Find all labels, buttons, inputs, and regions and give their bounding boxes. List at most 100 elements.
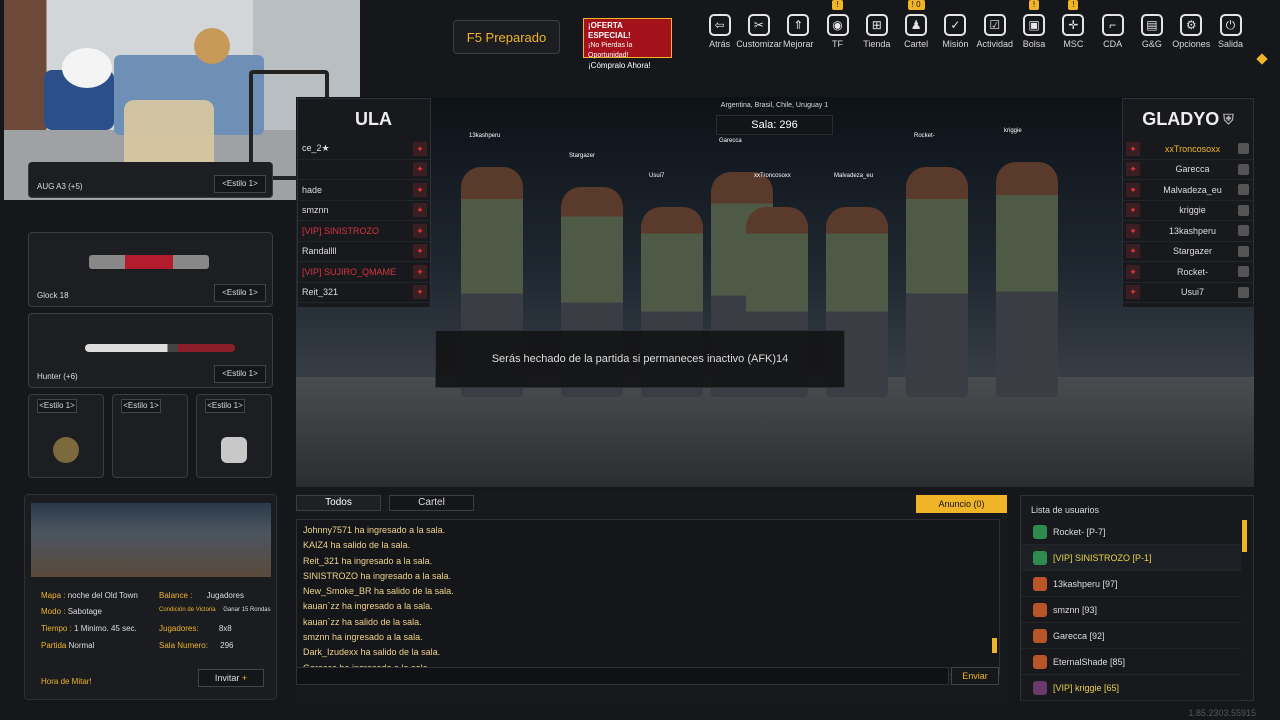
style-button[interactable]: <Estilo 1> bbox=[214, 284, 266, 302]
version-label: 1.85.2303.55915 bbox=[1188, 708, 1256, 718]
user-list-panel: Lista de usuarios Rocket- [P-7] [VIP] SIN… bbox=[1020, 495, 1254, 701]
player-nameplate: Stargazer bbox=[569, 153, 596, 159]
user-list-item[interactable]: Rocket- [P-7] bbox=[1021, 519, 1241, 545]
grenade-icon bbox=[53, 437, 79, 463]
player-nameplate: Usui7 bbox=[649, 173, 665, 179]
room-info-panel: Mapa : noche del Old Town Modo : Sabotag… bbox=[24, 494, 277, 700]
user-list-item[interactable]: Garecca [92] bbox=[1021, 623, 1241, 649]
rank-icon: ✦ bbox=[413, 223, 427, 238]
team-left-panel: ULA ce_2★ ✦ ✦ hade ✦ smznn ✦ [VIP] SINISTROZO ✦ R… bbox=[297, 98, 431, 308]
user-list-item[interactable]: 13kashperu [97] bbox=[1021, 571, 1241, 597]
nav-bolsa[interactable]: ! ▣ Bolsa bbox=[1014, 0, 1053, 49]
invite-button[interactable]: Invitar + bbox=[198, 669, 264, 687]
nav-tf[interactable]: ! ◉ TF bbox=[818, 0, 857, 49]
ready-status[interactable]: F5 Preparado bbox=[453, 20, 560, 54]
nav-customizar[interactable]: ✂ Customizar bbox=[736, 14, 782, 49]
player-nameplate: xxTroncosoxx bbox=[754, 173, 791, 179]
tab-cartel[interactable]: Cartel bbox=[389, 495, 474, 511]
chat-message: KAIZ4 ha salido de la sala. bbox=[303, 540, 411, 551]
throwable-slot-1[interactable]: <Estilo 1> bbox=[28, 394, 104, 478]
nav-actividad[interactable]: ☑ Actividad bbox=[975, 14, 1014, 49]
rank-icon: ✦ bbox=[413, 162, 427, 177]
style-button[interactable]: <Estilo 1> bbox=[214, 175, 266, 193]
nav-label: Mejorar bbox=[782, 39, 814, 49]
nav-label: Bolsa bbox=[1022, 39, 1046, 49]
nav-label: Opciones bbox=[1172, 39, 1211, 49]
user-list-item[interactable]: [VIP] SINISTROZO [P-1] bbox=[1021, 545, 1241, 571]
rank-icon: ✦ bbox=[413, 182, 427, 197]
team-player-row[interactable]: Randallll ✦ bbox=[298, 242, 430, 262]
special-offer-banner[interactable]: ¡OFERTA ESPECIAL! ¡No Pierdas la Oportun… bbox=[583, 18, 672, 70]
team-player-row[interactable]: ✦ Usui7 bbox=[1123, 283, 1253, 303]
chat-input[interactable] bbox=[296, 667, 949, 685]
lobby-scene: 13kashperu Stargazer Usui7 Garecca xxTroncos… bbox=[296, 97, 1254, 487]
team-player-row[interactable]: ✦ kriggie bbox=[1123, 201, 1253, 221]
team-player-row[interactable]: ce_2★ ✦ bbox=[298, 139, 430, 160]
nav-g&g[interactable]: ▤ G&G bbox=[1132, 14, 1171, 49]
nav-misión[interactable]: ✓ Misión bbox=[936, 14, 975, 49]
style-button[interactable]: <Estilo 1> bbox=[37, 399, 77, 413]
calendar-icon: ☑ bbox=[983, 14, 1006, 36]
back-icon: ⇦ bbox=[708, 14, 731, 36]
clan-emblem-icon bbox=[1238, 245, 1249, 257]
weapon-slot-secondary[interactable]: Glock 18 <Estilo 1> bbox=[28, 232, 273, 307]
rank-icon bbox=[1033, 524, 1047, 539]
nav-label: Misión bbox=[942, 39, 969, 49]
team-player-row[interactable]: [VIP] SINISTROZO ✦ bbox=[298, 221, 430, 242]
team-player-row[interactable]: ✦ Garecca bbox=[1123, 160, 1253, 180]
team-player-row[interactable]: smznn ✦ bbox=[298, 201, 430, 221]
team-player-row[interactable]: Reit_321 ✦ bbox=[298, 283, 430, 303]
nav-mejorar[interactable]: ⇑ Mejorar bbox=[779, 14, 818, 49]
nav-opciones[interactable]: ⚙ Opciones bbox=[1172, 14, 1211, 49]
rank-icon: ✦ bbox=[413, 203, 427, 218]
throwable-slot-3[interactable]: <Estilo 1> bbox=[196, 394, 272, 478]
chat-message: Reit_321 ha ingresado a la sala. bbox=[303, 555, 433, 566]
team-right-panel: GLADYO ⛨ ✦ xxTroncosoxx ✦ Garecca ✦ Malvadeza_… bbox=[1122, 98, 1254, 308]
chat-message: kauan`zz ha ingresado a la sala. bbox=[303, 601, 433, 612]
nav-cartel[interactable]: ! 0 ♟ Cartel bbox=[896, 0, 935, 49]
gun-icon: ⌐ bbox=[1101, 14, 1124, 36]
nav-msc[interactable]: ! ✛ MSC bbox=[1054, 0, 1093, 49]
chat-log[interactable]: Johnny7571 ha ingresado a la sala. KAIZ4 … bbox=[296, 519, 1000, 675]
team-player-row[interactable]: ✦ bbox=[298, 160, 430, 180]
team-player-row[interactable]: ✦ xxTroncosoxx bbox=[1123, 139, 1253, 160]
clan-emblem-icon bbox=[1238, 286, 1249, 298]
team-player-row[interactable]: ✦ Malvadeza_eu bbox=[1123, 180, 1253, 201]
weapon-slot-primary[interactable]: AUG A3 (+5) <Estilo 1> bbox=[28, 162, 273, 198]
user-list-item[interactable]: smznn [93] bbox=[1021, 597, 1241, 623]
team-player-row[interactable]: hade ✦ bbox=[298, 180, 430, 201]
user-list-scrollbar[interactable] bbox=[1242, 520, 1247, 552]
weapon-slot-melee[interactable]: Hunter (+6) <Estilo 1> bbox=[28, 313, 273, 388]
nav-tienda[interactable]: ⊞ Tienda bbox=[857, 14, 896, 49]
tab-todos[interactable]: Todos bbox=[296, 495, 381, 511]
rank-icon bbox=[1033, 654, 1047, 669]
announcement-button[interactable]: Anuncio (0) bbox=[916, 495, 1007, 513]
notification-badge: ! 0 bbox=[907, 0, 925, 10]
style-button[interactable]: <Estilo 1> bbox=[214, 365, 266, 383]
weapon-name: Hunter (+6) bbox=[37, 372, 78, 381]
user-list-item[interactable]: EternalShade [85] bbox=[1021, 649, 1241, 675]
afk-warning: Serás hechado de la partida si permanece… bbox=[435, 330, 845, 388]
rank-icon: ✦ bbox=[413, 141, 427, 156]
weapon-name: AUG A3 (+5) bbox=[37, 182, 83, 191]
team-player-row[interactable]: ✦ Stargazer bbox=[1123, 242, 1253, 262]
style-button[interactable]: <Estilo 1> bbox=[121, 399, 161, 413]
nav-salida[interactable]: ⏻ Salida bbox=[1211, 14, 1250, 49]
nav-atrás[interactable]: ⇦ Atrás bbox=[700, 14, 739, 49]
clan-icon: ♟ bbox=[905, 14, 928, 36]
tf-icon: ◉ bbox=[826, 14, 849, 36]
rank-icon bbox=[1033, 680, 1047, 695]
style-button[interactable]: <Estilo 1> bbox=[205, 399, 245, 413]
send-button[interactable]: Enviar bbox=[951, 667, 999, 685]
chat-panel: Todos Cartel Anuncio (0) Johnny7571 ha i… bbox=[296, 493, 1007, 703]
throwable-slot-2[interactable]: <Estilo 1> bbox=[112, 394, 188, 478]
team-player-row[interactable]: [VIP] SUJIRO_QMAME ✦ bbox=[298, 262, 430, 283]
rank-icon bbox=[1033, 628, 1047, 643]
chat-scrollbar[interactable] bbox=[992, 638, 997, 654]
team-player-row[interactable]: ✦ Rocket- bbox=[1123, 262, 1253, 283]
rank-icon bbox=[1033, 550, 1047, 565]
mitar-label: Hora de Mitar! bbox=[41, 677, 92, 686]
nav-cda[interactable]: ⌐ CDA bbox=[1093, 14, 1132, 49]
team-player-row[interactable]: ✦ 13kashperu bbox=[1123, 221, 1253, 242]
user-list-item[interactable]: [VIP] kriggie [65] bbox=[1021, 675, 1241, 701]
